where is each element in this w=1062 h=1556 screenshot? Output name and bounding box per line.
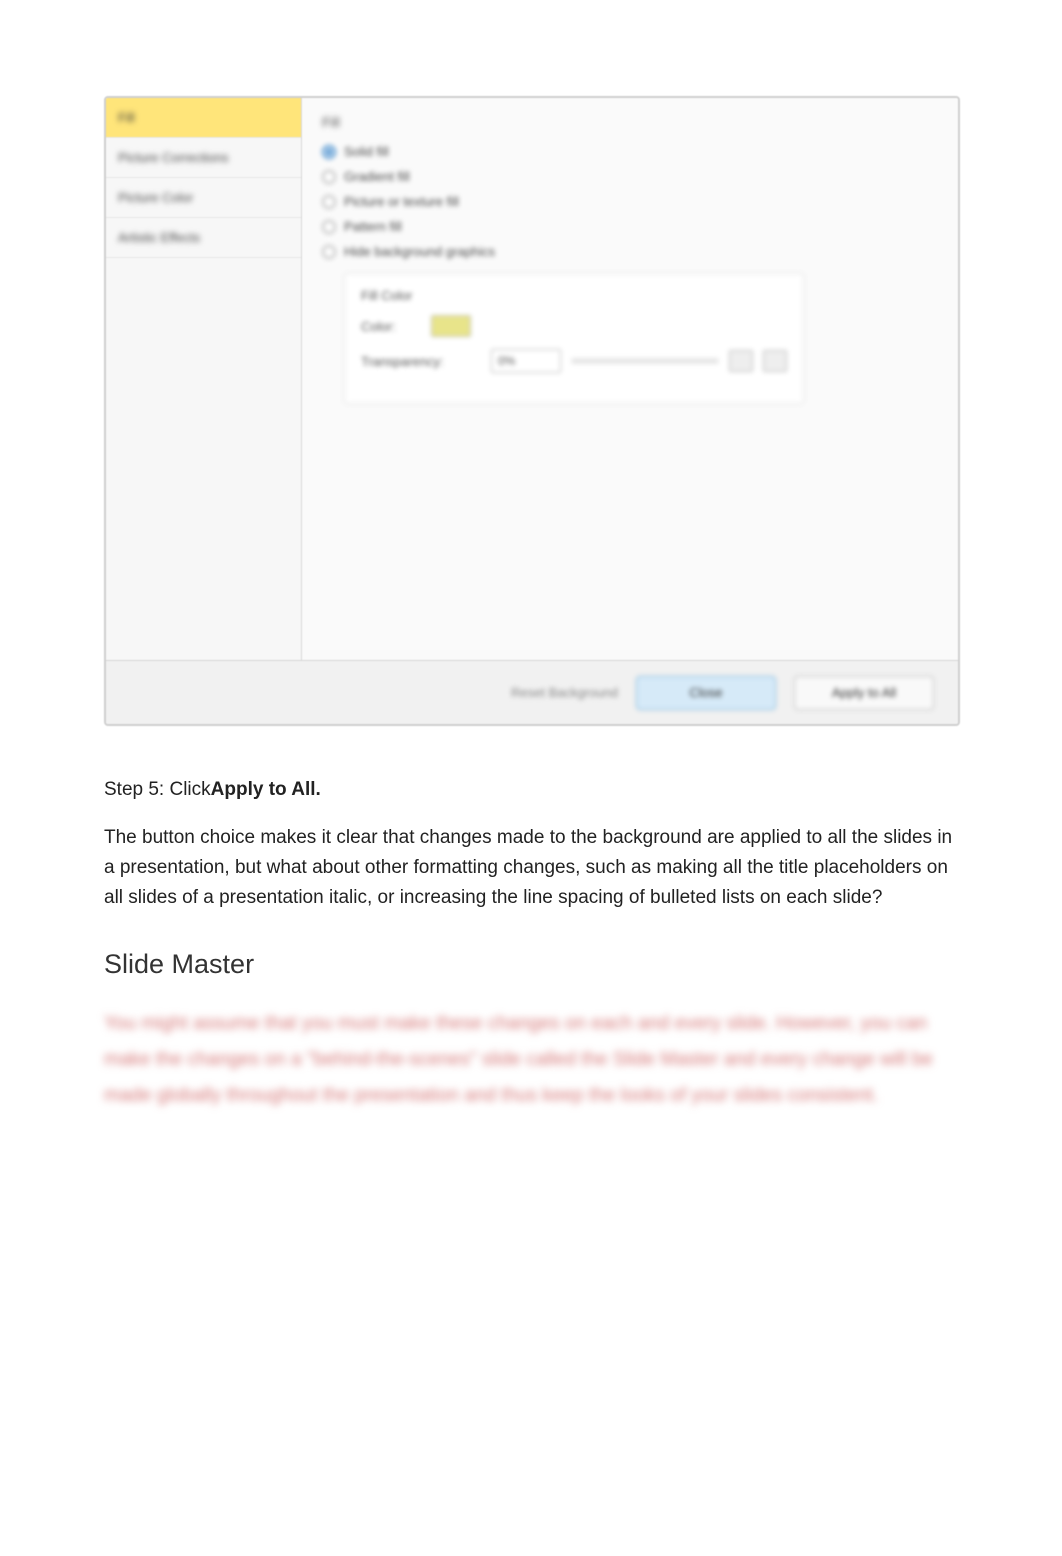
blurred-paragraph: You might assume that you must make thes… — [104, 1006, 958, 1114]
radio-label: Gradient fill — [344, 169, 410, 184]
radio-label: Hide background graphics — [344, 244, 495, 259]
fill-settings-panel: Fill Color Color: Transparency: 0% — [344, 273, 804, 404]
close-button-label: Close — [689, 685, 722, 700]
radio-label: Pattern fill — [344, 219, 402, 234]
sidebar-tab-artistic-effects[interactable]: Artistic Effects — [106, 218, 301, 258]
radio-icon — [322, 220, 336, 234]
apply-to-all-button[interactable]: Apply to All — [794, 676, 934, 710]
radio-label: Picture or texture fill — [344, 194, 459, 209]
step-bold: Apply to All. — [211, 779, 321, 800]
color-row: Color: — [361, 315, 787, 337]
heading-slide-master: Slide Master — [104, 949, 958, 980]
radio-icon — [322, 245, 336, 259]
transparency-label: Transparency: — [361, 354, 481, 369]
sidebar-tab-label: Picture Corrections — [118, 150, 229, 165]
sidebar-tab-label: Artistic Effects — [118, 230, 200, 245]
radio-picture-texture-fill[interactable]: Picture or texture fill — [322, 194, 938, 209]
radio-icon — [322, 145, 336, 159]
format-background-dialog: Fill Picture Corrections Picture Color A… — [104, 96, 960, 726]
fill-color-group-label: Fill Color — [361, 288, 787, 303]
transparency-slider-track[interactable] — [571, 358, 719, 364]
color-label: Color: — [361, 319, 421, 334]
sidebar-tab-picture-color[interactable]: Picture Color — [106, 178, 301, 218]
color-swatch[interactable] — [431, 315, 471, 337]
apply-to-all-label: Apply to All — [832, 685, 896, 700]
sidebar-tab-fill[interactable]: Fill — [106, 98, 301, 138]
transparency-row: Transparency: 0% — [361, 349, 787, 373]
radio-icon — [322, 195, 336, 209]
transparency-spinner[interactable]: 0% — [491, 349, 561, 373]
mini-swatch-b — [763, 350, 787, 372]
dialog-sidebar: Fill Picture Corrections Picture Color A… — [106, 98, 302, 660]
radio-pattern-fill[interactable]: Pattern fill — [322, 219, 938, 234]
sidebar-tab-picture-corrections[interactable]: Picture Corrections — [106, 138, 301, 178]
pane-title: Fill — [322, 114, 938, 130]
radio-solid-fill[interactable]: Solid fill — [322, 144, 938, 159]
mini-swatch-a — [729, 350, 753, 372]
dialog-main-pane: Fill Solid fill Gradient fill Picture or… — [302, 98, 958, 660]
reset-background-link[interactable]: Reset Background — [511, 685, 618, 700]
step-prefix: Step 5: Click — [104, 779, 211, 800]
step-5-line: Step 5: ClickApply to All. — [104, 776, 958, 805]
dialog-body: Fill Picture Corrections Picture Color A… — [106, 98, 958, 660]
fill-radio-list: Solid fill Gradient fill Picture or text… — [322, 144, 938, 259]
radio-label: Solid fill — [344, 144, 389, 159]
transparency-value: 0% — [498, 354, 515, 368]
radio-icon — [322, 170, 336, 184]
sidebar-tab-label: Picture Color — [118, 190, 193, 205]
sidebar-tab-label: Fill — [118, 110, 135, 125]
close-button[interactable]: Close — [636, 676, 776, 710]
radio-gradient-fill[interactable]: Gradient fill — [322, 169, 938, 184]
dialog-footer: Reset Background Close Apply to All — [106, 660, 958, 724]
paragraph-1: The button choice makes it clear that ch… — [104, 823, 958, 913]
radio-hide-background-graphics[interactable]: Hide background graphics — [322, 244, 938, 259]
